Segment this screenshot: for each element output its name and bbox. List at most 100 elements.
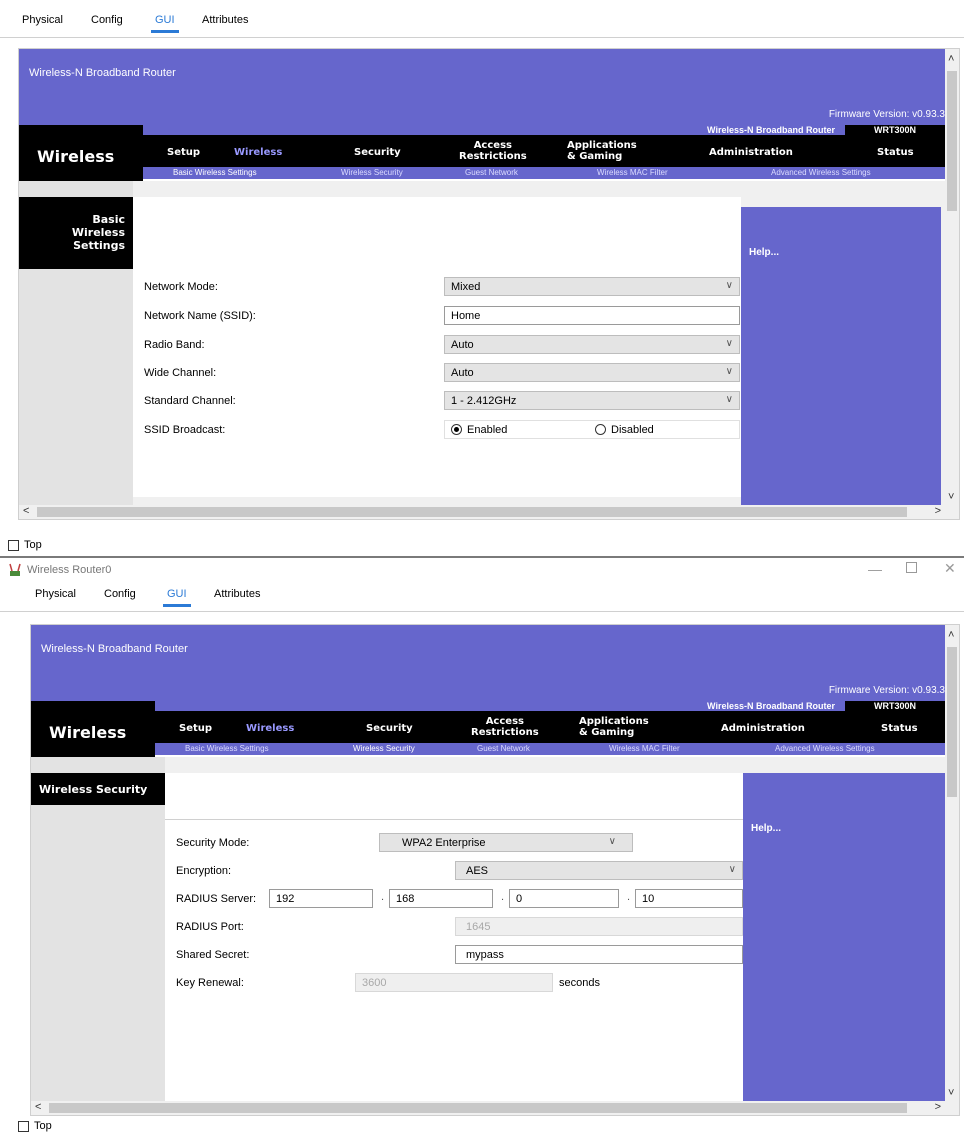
tab-config[interactable]: Config [91, 14, 123, 26]
encryption-value: AES [466, 865, 489, 877]
vertical-scrollbar[interactable]: ˄ ˅ [945, 625, 959, 1101]
side-column [31, 757, 165, 1101]
hscroll-thumb[interactable] [49, 1103, 907, 1113]
nav-access-line2: Restrictions [459, 151, 527, 162]
subnav-basic-wireless[interactable]: Basic Wireless Settings [173, 167, 257, 179]
help-link[interactable]: Help... [749, 247, 779, 258]
nav-applications-gaming[interactable]: Applications & Gaming [567, 140, 637, 162]
title-bar: Wireless Router0 — ✕ [0, 558, 964, 584]
hscroll-thumb[interactable] [37, 507, 907, 517]
nav-access-restrictions[interactable]: Access Restrictions [471, 716, 539, 738]
model-label: WRT300N [845, 701, 945, 711]
ip-dot-2: . [501, 891, 505, 903]
wide-channel-label: Wide Channel: [144, 367, 217, 379]
top-window: Physical Config GUI Attributes Wireless-… [0, 0, 964, 556]
ip-octet1-value: 192 [276, 893, 295, 905]
nav-access-line1: Access [473, 140, 512, 151]
nav-setup[interactable]: Setup [179, 723, 212, 734]
subnav-mac-filter[interactable]: Wireless MAC Filter [597, 167, 668, 179]
radius-ip-octet3[interactable]: 0 [509, 889, 619, 908]
nav-wireless[interactable]: Wireless [234, 147, 282, 158]
scroll-up-icon[interactable]: ˄ [948, 629, 954, 641]
nav-apps-line2: & Gaming [567, 151, 623, 162]
scroll-thumb[interactable] [947, 647, 957, 797]
nav-status[interactable]: Status [877, 147, 914, 158]
radius-port-input[interactable]: 1645 [455, 917, 743, 936]
radius-ip-octet4[interactable]: 10 [635, 889, 743, 908]
network-mode-select[interactable]: Mixed ∨ [444, 277, 740, 296]
nav-status[interactable]: Status [881, 723, 918, 734]
tab-gui[interactable]: GUI [151, 14, 179, 33]
close-icon[interactable]: ✕ [944, 560, 956, 577]
chevron-down-icon: ∨ [725, 338, 733, 349]
tab-config[interactable]: Config [104, 588, 136, 600]
shared-secret-input[interactable]: mypass [455, 945, 743, 964]
enabled-label: Enabled [467, 424, 508, 436]
security-mode-value: WPA2 Enterprise [402, 837, 486, 849]
scroll-down-icon[interactable]: ˅ [948, 491, 954, 503]
nav-title-box: Wireless [19, 125, 143, 181]
standard-channel-select[interactable]: 1 - 2.412GHz ∨ [444, 391, 740, 410]
scroll-right-icon[interactable]: > [935, 1101, 941, 1113]
minimize-icon[interactable]: — [868, 561, 882, 577]
scroll-left-icon[interactable]: < [35, 1101, 41, 1113]
top-checkbox[interactable] [18, 1121, 29, 1132]
gui-viewport: Wireless-N Broadband Router Firmware Ver… [31, 625, 945, 1101]
radio-band-select[interactable]: Auto ∨ [444, 335, 740, 354]
subnav-mac-filter[interactable]: Wireless MAC Filter [609, 743, 680, 755]
subnav-wireless-security[interactable]: Wireless Security [353, 743, 415, 755]
nav-security[interactable]: Security [366, 723, 413, 734]
nav-title-box: Wireless [31, 701, 155, 757]
wide-channel-select[interactable]: Auto ∨ [444, 363, 740, 382]
nav-administration[interactable]: Administration [721, 723, 805, 734]
subnav-guest-network[interactable]: Guest Network [465, 167, 518, 179]
horizontal-scrollbar[interactable]: < > [19, 505, 945, 519]
nav-applications-gaming[interactable]: Applications & Gaming [579, 716, 649, 738]
nav-administration[interactable]: Administration [709, 147, 793, 158]
top-checkbox-label: Top [34, 1120, 52, 1132]
subnav-guest-network[interactable]: Guest Network [477, 743, 530, 755]
tab-gui[interactable]: GUI [163, 588, 191, 607]
subnav-advanced-wireless[interactable]: Advanced Wireless Settings [771, 167, 871, 179]
nav-title: Wireless [37, 147, 115, 166]
key-renewal-input[interactable]: 3600 [355, 973, 553, 992]
tab-attributes[interactable]: Attributes [214, 588, 260, 600]
enabled-radio[interactable] [451, 424, 462, 435]
main-navbar: Wireless Wireless-N Broadband Router WRT… [19, 125, 945, 181]
nav-security[interactable]: Security [354, 147, 401, 158]
scroll-thumb[interactable] [947, 71, 957, 211]
disabled-radio[interactable] [595, 424, 606, 435]
security-mode-select[interactable]: WPA2 Enterprise ∨ [379, 833, 633, 852]
scroll-right-icon[interactable]: > [935, 505, 941, 517]
nav-setup[interactable]: Setup [167, 147, 200, 158]
subnav-basic-wireless[interactable]: Basic Wireless Settings [185, 743, 269, 755]
nav-access-restrictions[interactable]: Access Restrictions [459, 140, 527, 162]
ssid-broadcast-label: SSID Broadcast: [144, 424, 226, 436]
standard-channel-value: 1 - 2.412GHz [451, 395, 517, 407]
help-panel: Help... [743, 773, 945, 1101]
top-checkbox[interactable] [8, 540, 19, 551]
subnav-advanced-wireless[interactable]: Advanced Wireless Settings [775, 743, 875, 755]
scroll-down-icon[interactable]: ˅ [948, 1087, 954, 1099]
tab-physical[interactable]: Physical [35, 588, 76, 600]
radius-server-label: RADIUS Server: [176, 893, 257, 905]
subnav: Basic Wireless Settings Wireless Securit… [155, 743, 945, 755]
network-mode-value: Mixed [451, 281, 481, 293]
ssid-input[interactable]: Home [444, 306, 740, 325]
subnav-wireless-security[interactable]: Wireless Security [341, 167, 403, 179]
horizontal-scrollbar[interactable]: < > [31, 1101, 945, 1115]
scroll-up-icon[interactable]: ˄ [948, 53, 954, 65]
vertical-scrollbar[interactable]: ˄ ˅ [945, 49, 959, 505]
router-header: Wireless-N Broadband Router Firmware Ver… [19, 49, 945, 125]
radius-ip-octet2[interactable]: 168 [389, 889, 493, 908]
chevron-down-icon: ∨ [608, 836, 616, 847]
radius-ip-octet1[interactable]: 192 [269, 889, 373, 908]
radius-port-label: RADIUS Port: [176, 921, 244, 933]
tab-attributes[interactable]: Attributes [202, 14, 248, 26]
maximize-icon[interactable] [906, 562, 917, 573]
encryption-select[interactable]: AES ∨ [455, 861, 743, 880]
help-link[interactable]: Help... [751, 823, 781, 834]
tab-physical[interactable]: Physical [22, 14, 63, 26]
scroll-left-icon[interactable]: < [23, 505, 29, 517]
nav-wireless[interactable]: Wireless [246, 723, 294, 734]
